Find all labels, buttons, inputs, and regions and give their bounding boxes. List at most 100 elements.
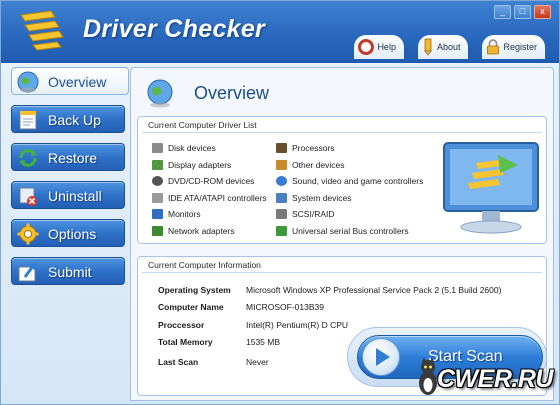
driver-item-label: SCSI/RAID	[292, 209, 335, 219]
app-title: Driver Checker	[83, 15, 266, 43]
play-icon	[362, 338, 400, 376]
refresh-icon	[19, 149, 37, 167]
close-button[interactable]: x	[534, 5, 551, 19]
pencil-icon	[424, 38, 432, 56]
sidebar-item-overview[interactable]: Overview	[11, 67, 129, 95]
register-link-label: Register	[503, 42, 537, 52]
driver-item: Sound, video and game controllers	[276, 176, 423, 186]
driver-item: Processors	[276, 143, 335, 153]
divider	[142, 272, 542, 273]
processor-icon	[276, 143, 287, 153]
uninstall-icon	[19, 187, 37, 206]
info-key: Operating System	[158, 285, 231, 295]
sidebar-item-label: Overview	[48, 74, 107, 90]
driver-item: Network adapters	[152, 226, 235, 236]
driver-item-label: Universal serial Bus controllers	[292, 226, 409, 236]
usb-icon	[276, 226, 287, 236]
info-key: Computer Name	[158, 302, 224, 312]
driver-item-label: Monitors	[168, 209, 201, 219]
window-controls: _ □ x	[494, 5, 551, 19]
sound-icon	[276, 176, 287, 186]
sidebar-item-options[interactable]: Options	[11, 219, 125, 247]
maximize-button[interactable]: □	[514, 5, 531, 19]
driver-item-label: Disk devices	[168, 143, 216, 153]
driver-item-label: Sound, video and game controllers	[292, 176, 424, 186]
network-adapter-icon	[152, 226, 163, 236]
driver-list-title: Current Computer Driver List	[148, 120, 257, 130]
driver-item: SCSI/RAID	[276, 209, 335, 219]
help-lifebuoy-icon	[358, 39, 375, 55]
info-value: Never	[246, 357, 269, 367]
sidebar-item-label: Submit	[48, 264, 92, 280]
monitor-icon	[152, 209, 163, 219]
about-link-label: About	[436, 42, 461, 52]
sidebar-item-backup[interactable]: Back Up	[11, 105, 125, 133]
globe-icon	[147, 79, 173, 108]
ide-controller-icon	[152, 193, 163, 203]
info-value: 1535 MB	[246, 337, 281, 347]
driver-item-label: System devices	[292, 193, 352, 203]
info-value: MICROSOF-013B39	[246, 302, 324, 312]
help-link-label: Help	[377, 42, 396, 52]
sidebar-item-label: Uninstall	[48, 188, 102, 204]
info-value: Microsoft Windows XP Professional Servic…	[246, 285, 502, 295]
app-window: Driver Checker _ □ x Help About Register…	[0, 0, 560, 405]
driver-item: Other devices	[276, 160, 344, 170]
gear-icon	[17, 223, 39, 245]
minimize-button[interactable]: _	[494, 5, 511, 19]
driver-item: Monitors	[152, 209, 201, 219]
upload-icon	[18, 263, 37, 282]
driver-item: System devices	[276, 193, 352, 203]
disk-icon	[152, 143, 163, 153]
sidebar-item-label: Restore	[48, 150, 98, 166]
driver-item: Display adapters	[152, 160, 231, 170]
info-row: Total Memory 1535 MB	[158, 337, 280, 347]
info-row: Proccessor Intel(R) Pentium(R) D CPU	[158, 320, 348, 330]
about-link[interactable]: About	[417, 35, 469, 59]
sidebar-item-restore[interactable]: Restore	[11, 143, 125, 171]
app-logo	[20, 10, 64, 51]
document-icon	[19, 110, 37, 130]
info-value: Intel(R) Pentium(R) D CPU	[246, 320, 349, 330]
page-title: Overview	[194, 83, 270, 103]
title-bar: Driver Checker _ □ x Help About Register	[1, 1, 559, 63]
driver-item-label: IDE ATA/ATAPI controllers	[168, 193, 267, 203]
play-arrow-icon	[376, 348, 390, 366]
lock-icon	[487, 39, 500, 55]
driver-item: IDE ATA/ATAPI controllers	[152, 193, 267, 203]
sidebar: Overview Back Up Restore Uninstall Optio…	[11, 67, 131, 295]
computer-info-title: Current Computer Information	[148, 260, 261, 270]
top-links: Help About Register	[340, 35, 545, 59]
sidebar-item-uninstall[interactable]: Uninstall	[11, 181, 125, 209]
system-devices-icon	[276, 193, 287, 203]
info-row: Last Scan Never	[158, 357, 269, 367]
register-link[interactable]: Register	[482, 35, 545, 59]
divider	[142, 132, 542, 133]
driver-item: Disk devices	[152, 143, 216, 153]
sidebar-item-submit[interactable]: Submit	[11, 257, 125, 285]
info-row: Computer Name MICROSOF-013B39	[158, 302, 324, 312]
driver-item: DVD/CD-ROM devices	[152, 176, 254, 186]
sidebar-item-label: Back Up	[48, 112, 101, 128]
driver-list-box: Current Computer Driver List Disk device…	[137, 116, 547, 244]
driver-item-label: Processors	[292, 143, 335, 153]
info-key: Total Memory	[158, 337, 213, 347]
monitor-illustration	[443, 142, 539, 234]
display-adapter-icon	[152, 160, 163, 170]
driver-item: Universal serial Bus controllers	[276, 226, 409, 236]
driver-item-label: Display adapters	[168, 160, 232, 170]
globe-icon	[17, 71, 39, 93]
driver-item-label: Other devices	[292, 160, 345, 170]
info-row: Operating System Microsoft Windows XP Pr…	[158, 285, 501, 295]
driver-item-label: DVD/CD-ROM devices	[168, 176, 255, 186]
driver-item-label: Network adapters	[168, 226, 235, 236]
sidebar-item-label: Options	[48, 226, 97, 242]
other-devices-icon	[276, 160, 287, 170]
watermark: CWER.RU	[437, 365, 553, 393]
help-link[interactable]: Help	[354, 35, 404, 59]
info-key: Proccessor	[158, 320, 205, 330]
scsi-raid-icon	[276, 209, 287, 219]
info-key: Last Scan	[158, 357, 199, 367]
page-header: Overview	[139, 74, 545, 112]
dvd-icon	[152, 176, 163, 186]
